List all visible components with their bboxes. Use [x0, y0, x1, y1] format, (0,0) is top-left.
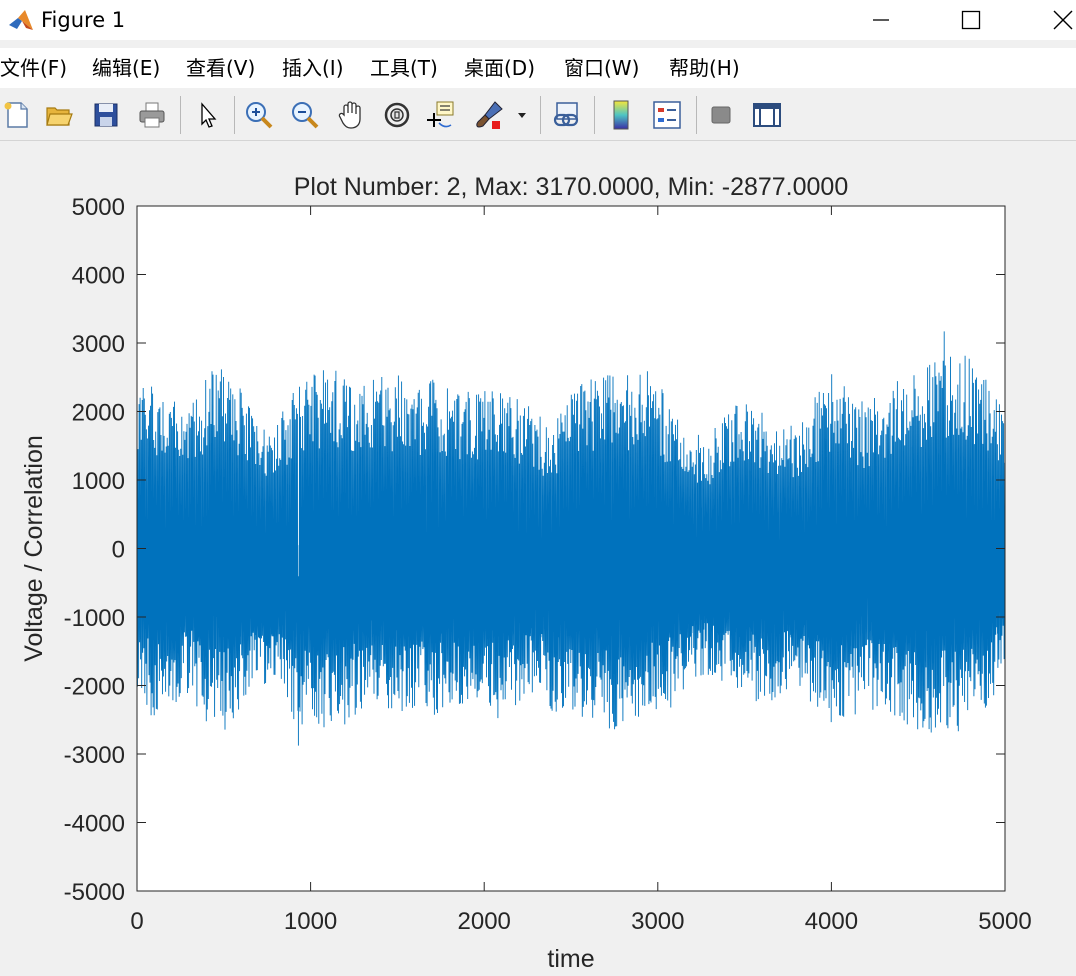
legend-icon [653, 101, 681, 129]
menu-bar: 文件(F) 编辑(E) 查看(V) 插入(I) 工具(T) 桌面(D) 窗口(W… [0, 48, 1076, 88]
zoom-out-button[interactable] [288, 98, 322, 132]
colorbar-icon [613, 100, 629, 130]
new-figure-icon [4, 102, 28, 128]
menu-help[interactable]: 帮助(H) [669, 54, 740, 82]
data-cursor-button[interactable] [424, 98, 458, 132]
zoom-out-icon [292, 102, 319, 129]
x-axis-label: time [547, 945, 594, 972]
y-axis-label: Voltage / Correlation [20, 435, 48, 662]
link-plot-icon [553, 102, 579, 127]
save-icon [94, 103, 118, 127]
y-tick-label: 3000 [72, 331, 125, 358]
menu-window[interactable]: 窗口(W) [564, 54, 639, 82]
brush-button[interactable] [472, 98, 506, 132]
figure-toolbar [0, 90, 1076, 141]
x-tick-label: 1000 [284, 908, 337, 935]
open-file-icon [46, 107, 73, 126]
zoom-in-icon [246, 102, 273, 129]
x-tick-label: 5000 [978, 908, 1031, 935]
zoom-in-button[interactable] [242, 98, 276, 132]
maximize-button[interactable] [948, 0, 994, 40]
new-figure-button[interactable] [0, 98, 34, 132]
y-tick-label: 1000 [72, 468, 125, 495]
save-button[interactable] [89, 98, 123, 132]
x-tick-label: 0 [130, 908, 143, 935]
print-icon [139, 102, 165, 128]
toolbar-separator [696, 96, 697, 134]
chart-title: Plot Number: 2, Max: 3170.0000, Min: -28… [294, 173, 849, 201]
print-button[interactable] [135, 98, 169, 132]
select-pointer-button[interactable] [190, 98, 224, 132]
y-tick-label: 2000 [72, 400, 125, 427]
x-tick-label: 2000 [458, 908, 511, 935]
toolbar-separator [234, 96, 235, 134]
y-tick-label: -5000 [64, 879, 125, 906]
window-title: Figure 1 [41, 8, 126, 32]
hide-plot-tools-button[interactable] [704, 98, 738, 132]
maximize-icon [961, 10, 981, 30]
show-plot-tools-icon [753, 103, 781, 127]
data-cursor-icon [427, 101, 454, 128]
toolbar-separator [594, 96, 595, 134]
menu-desktop[interactable]: 桌面(D) [464, 54, 535, 82]
menu-insert[interactable]: 插入(I) [282, 54, 344, 82]
insert-legend-button[interactable] [650, 98, 684, 132]
show-plot-tools-button[interactable] [750, 98, 784, 132]
menu-tools[interactable]: 工具(T) [370, 54, 438, 82]
menu-file[interactable]: 文件(F) [0, 54, 67, 82]
y-tick-label: 0 [112, 537, 125, 564]
hide-plot-tools-icon [711, 106, 731, 124]
window-title-bar[interactable]: Figure 1 [0, 0, 1076, 40]
brush-icon [476, 101, 503, 129]
x-tick-label: 4000 [805, 908, 858, 935]
open-file-button[interactable] [42, 98, 76, 132]
rotate-3d-button[interactable] [380, 98, 414, 132]
toolbar-separator [540, 96, 541, 134]
close-button[interactable] [1040, 0, 1076, 40]
close-icon [1053, 10, 1073, 30]
pan-hand-icon [338, 101, 361, 129]
figure-canvas[interactable]: 0 1000 2000 3000 4000 5000 5000 4000 3000 2000 100… [0, 141, 1076, 973]
pointer-icon [201, 102, 217, 128]
pan-button[interactable] [334, 98, 368, 132]
menu-edit[interactable]: 编辑(E) [92, 54, 160, 82]
x-tick-label: 3000 [631, 908, 684, 935]
brush-dropdown-button[interactable] [512, 98, 532, 132]
insert-colorbar-button[interactable] [604, 98, 638, 132]
minimize-icon [873, 19, 889, 21]
matlab-logo-icon [9, 10, 33, 30]
y-tick-label: 5000 [72, 194, 125, 221]
y-tick-label: -2000 [64, 674, 125, 701]
y-tick-label: -1000 [64, 605, 125, 632]
link-plot-button[interactable] [550, 98, 584, 132]
toolbar-separator [180, 96, 181, 134]
menu-view[interactable]: 查看(V) [186, 54, 255, 82]
y-tick-label: -3000 [64, 742, 125, 769]
rotate-3d-icon [384, 102, 410, 128]
y-tick-label: 4000 [72, 263, 125, 290]
brush-dropdown-icon [518, 113, 526, 118]
minimize-button[interactable] [858, 0, 904, 40]
line-plot[interactable]: 0 1000 2000 3000 4000 5000 5000 4000 3000 2000 100… [0, 141, 1076, 973]
y-tick-label: -4000 [64, 811, 125, 838]
